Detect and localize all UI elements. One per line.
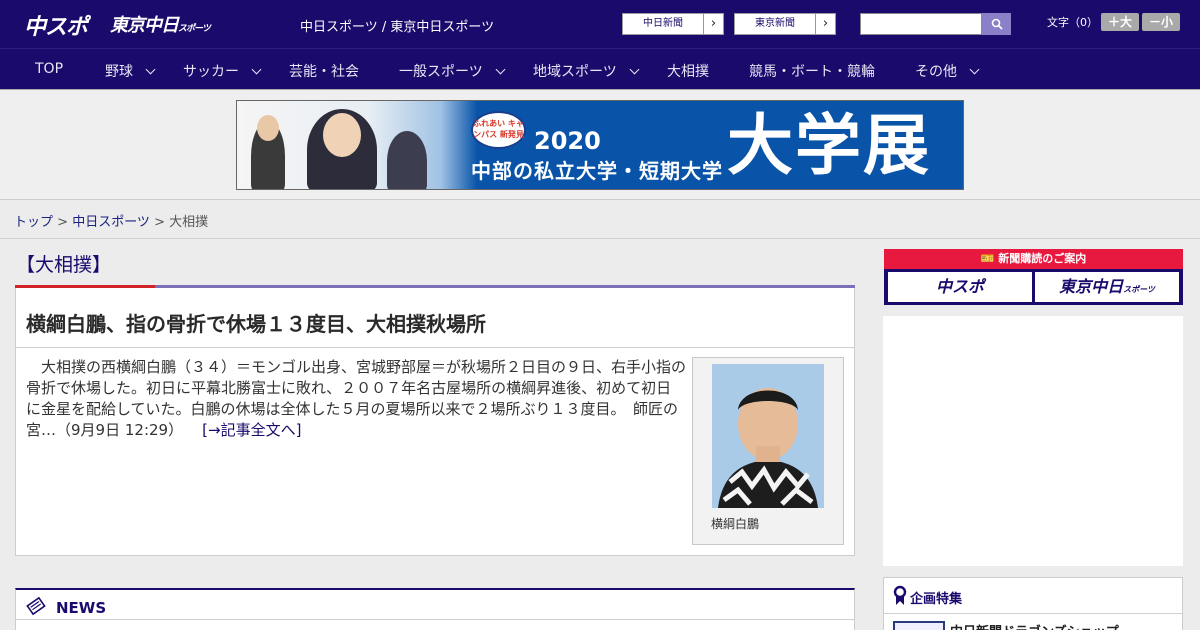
subscribe-tokyo-label: 東京中日	[1059, 277, 1124, 296]
search-button[interactable]	[982, 13, 1011, 35]
site-links[interactable]: 中日スポーツ / 東京中日スポーツ	[300, 16, 494, 35]
article-body: 大相撲の西横綱白鵬（３４）＝モンゴル出身、宮城野部屋＝が秋場所２日目の９日、右手…	[26, 358, 687, 439]
chevron-right-icon: ›	[703, 14, 723, 34]
tokyo-logo-small: スポーツ	[178, 24, 211, 34]
subscribe-tokyo-chunichi-button[interactable]: 東京中日スポーツ	[1035, 272, 1179, 302]
photo-caption: 横綱白鵬	[711, 517, 760, 531]
news-title: NEWS	[56, 599, 107, 617]
nav-label: サッカー	[183, 64, 239, 80]
subscribe-chuspo-button[interactable]: 中スポ	[888, 272, 1032, 302]
chevron-down-icon	[495, 64, 506, 75]
nav-item-top[interactable]: TOP	[35, 61, 63, 77]
subscription-header-text: 新聞購読のご案内	[998, 252, 1087, 265]
tokyo-shimbun-button[interactable]: 東京新聞 ›	[734, 13, 836, 35]
main-nav: TOP 野球 サッカー 芸能・社会 一般スポーツ 地域スポーツ 大相撲 競馬・ボ…	[0, 48, 1200, 90]
read-more-link[interactable]: [→記事全文へ]	[202, 421, 301, 439]
tokyo-logo-text: 東京中日	[110, 15, 179, 36]
chevron-down-icon	[629, 64, 640, 75]
ticket-icon: 🎫	[980, 252, 999, 265]
breadcrumb-separator: >	[53, 215, 73, 230]
article-top-accent	[15, 285, 155, 288]
breadcrumb-top-link[interactable]: トップ	[14, 215, 53, 230]
feature-item-link[interactable]: 中日新聞ドラゴンズショップ	[950, 621, 1119, 630]
chevron-down-icon	[969, 64, 980, 75]
university-fair-banner[interactable]: ふれあい キャンパス 新発見 2020 中部の私立大学・短期大学 大学展	[236, 100, 964, 190]
nav-item-general-sports[interactable]: 一般スポーツ	[399, 61, 506, 81]
nav-label: その他	[915, 64, 957, 80]
font-larger-button[interactable]: ＋大	[1101, 13, 1139, 31]
nav-item-soccer[interactable]: サッカー	[183, 61, 262, 81]
nav-label: 一般スポーツ	[399, 64, 483, 80]
banner-person	[387, 131, 427, 189]
feature-title: 企画特集	[910, 592, 963, 607]
category-title: 【大相撲】	[16, 254, 112, 276]
banner-photo	[237, 101, 477, 189]
feature-section: 企画特集 中日新聞ドラゴンズショップ	[883, 577, 1183, 630]
breadcrumb: トップ > 中日スポーツ > 大相撲	[14, 211, 208, 230]
newspaper-icon	[26, 596, 46, 616]
nav-item-other[interactable]: その他	[915, 61, 980, 81]
nav-item-entertainment[interactable]: 芸能・社会	[289, 61, 359, 81]
banner-headline: 大学展	[727, 107, 931, 184]
divider	[0, 238, 1200, 239]
nav-item-baseball[interactable]: 野球	[105, 61, 156, 81]
chevron-right-icon: ›	[815, 14, 835, 34]
subscription-header: 🎫 新聞購読のご案内	[884, 249, 1183, 269]
chunichi-shimbun-label: 中日新聞	[643, 18, 683, 29]
banner-subtitle: 中部の私立大学・短期大学	[471, 159, 723, 183]
font-size-label: 文字（0）	[1047, 16, 1098, 29]
subscription-box: 🎫 新聞購読のご案内 中スポ 東京中日スポーツ	[884, 249, 1183, 305]
banner-area: ふれあい キャンパス 新発見 2020 中部の私立大学・短期大学 大学展	[0, 90, 1200, 200]
nav-item-sumo[interactable]: 大相撲	[667, 61, 709, 81]
nav-label: TOP	[35, 61, 64, 77]
tokyo-shimbun-label: 東京新聞	[755, 18, 795, 29]
divider	[16, 619, 854, 620]
banner-person-head	[323, 113, 361, 157]
nav-label: 野球	[105, 64, 133, 80]
hakuho-photo[interactable]	[712, 364, 824, 508]
site-header: 中スポ 東京中日スポーツ 中日スポーツ / 東京中日スポーツ 中日新聞 › 東京…	[0, 0, 1200, 48]
search-icon	[991, 18, 1003, 30]
nav-label: 地域スポーツ	[533, 64, 617, 80]
feature-thumbnail[interactable]	[893, 621, 945, 630]
chunichi-shimbun-button[interactable]: 中日新聞 ›	[622, 13, 724, 35]
nav-label: 芸能・社会	[289, 64, 359, 80]
chevron-down-icon	[145, 64, 156, 75]
article-photo-box: 横綱白鵬	[692, 357, 844, 545]
chuspo-logo[interactable]: 中スポ	[24, 9, 88, 40]
nav-label: 大相撲	[667, 64, 709, 80]
article-headline[interactable]: 横綱白鵬、指の骨折で休場１３度目、大相撲秋場所	[26, 308, 486, 337]
chevron-down-icon	[251, 64, 262, 75]
search-input[interactable]	[860, 13, 982, 35]
breadcrumb-separator: >	[149, 215, 170, 230]
banner-year: 2020	[534, 127, 601, 155]
subscribe-tokyo-small: スポーツ	[1123, 285, 1155, 294]
breadcrumb-current: 大相撲	[169, 215, 209, 230]
font-smaller-button[interactable]: －小	[1142, 13, 1180, 31]
banner-badge: ふれあい キャンパス 新発見	[471, 111, 526, 149]
divider	[16, 347, 854, 348]
nav-item-local-sports[interactable]: 地域スポーツ	[533, 61, 640, 81]
ribbon-icon	[893, 585, 907, 605]
tokyo-chunichi-logo[interactable]: 東京中日スポーツ	[110, 11, 211, 37]
nav-label: 競馬・ボート・競輪	[749, 64, 875, 80]
ad-slot[interactable]	[883, 316, 1183, 566]
banner-person-head	[257, 115, 279, 141]
breadcrumb-section-link[interactable]: 中日スポーツ	[72, 215, 150, 230]
nav-item-racing[interactable]: 競馬・ボート・競輪	[749, 61, 875, 81]
article-summary: 大相撲の西横綱白鵬（３４）＝モンゴル出身、宮城野部屋＝が秋場所２日目の９日、右手…	[26, 357, 686, 441]
divider	[884, 613, 1182, 614]
news-section: NEWS	[15, 588, 855, 630]
